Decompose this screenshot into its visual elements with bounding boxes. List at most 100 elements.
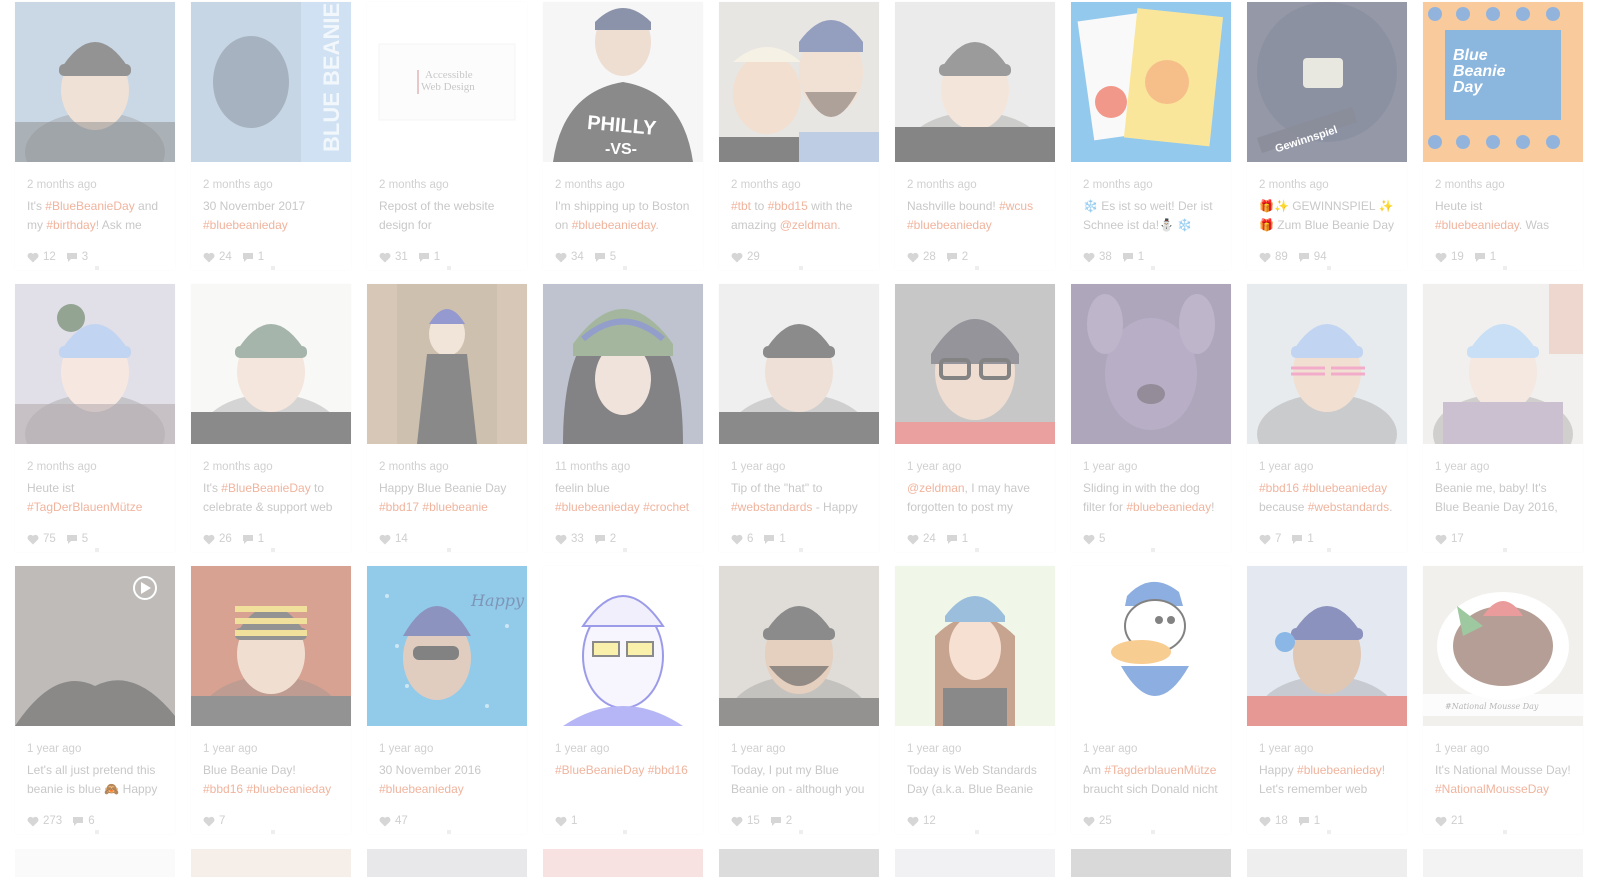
photo-sketch-man[interactable] xyxy=(543,566,703,726)
likes-count[interactable]: 15 xyxy=(731,815,760,827)
hashtag-link[interactable]: #TagderblauenMütze xyxy=(1104,763,1216,777)
likes-count[interactable]: 18 xyxy=(1259,815,1288,827)
comments-count[interactable]: 1 xyxy=(1291,533,1314,545)
photo-blue-beanie-day-poster[interactable]: Blue Beanie Day xyxy=(1423,2,1583,162)
feed-card[interactable]: 1 year ago #BlueBeanieDay #bbd16 1 xyxy=(543,566,703,834)
comments-count[interactable]: 1 xyxy=(242,533,264,545)
photo-woman-beanie[interactable] xyxy=(895,2,1055,162)
likes-count[interactable]: 5 xyxy=(1083,533,1105,545)
feed-card[interactable]: 1 year ago Today is Web Standards Day (a.… xyxy=(895,566,1055,834)
likes-count[interactable]: 12 xyxy=(907,815,936,827)
feed-card[interactable]: Accessible Web Design 2 months ago Repost o… xyxy=(367,2,527,270)
comments-count[interactable]: 94 xyxy=(1298,251,1327,263)
hashtag-link[interactable]: #bluebeanieday xyxy=(1126,500,1211,514)
hashtag-link[interactable]: #BlueBeanieDay xyxy=(45,199,134,213)
feed-card[interactable]: Happy Blue Beanie Day 1 year ago 30 Novemb… xyxy=(367,566,527,834)
feed-card[interactable]: 1 year ago Happy #bluebeanieday! Let's re… xyxy=(1247,566,1407,834)
likes-count[interactable]: 29 xyxy=(731,251,760,263)
comments-count[interactable]: 1 xyxy=(946,533,968,545)
likes-count[interactable]: 26 xyxy=(203,533,232,545)
feed-card[interactable]: 2 months ago ❄️ Es ist so weit! Der ist S… xyxy=(1071,2,1231,270)
likes-count[interactable]: 34 xyxy=(555,251,584,263)
comments-count[interactable]: 1 xyxy=(1474,251,1496,263)
hashtag-link[interactable]: #bbd16 xyxy=(203,782,243,796)
hashtag-link[interactable]: #tbt xyxy=(731,199,751,213)
comments-count[interactable]: 3 xyxy=(66,251,88,263)
feed-card[interactable]: 11 months ago feelin blue #bluebeanieday … xyxy=(543,284,703,552)
feed-card[interactable]: BLUE BEANIE DAY 2017 2 months ago 30 Novem… xyxy=(191,2,351,270)
hashtag-link[interactable]: #bluebeanieday xyxy=(1302,481,1387,495)
photo-scarf-woman[interactable] xyxy=(1423,284,1583,444)
peek-card[interactable] xyxy=(367,849,527,877)
hashtag-link[interactable]: #bluebeanieday xyxy=(1297,763,1382,777)
feed-card[interactable]: 2 months ago It's #BlueBeanieDay and my #… xyxy=(15,2,175,270)
photo-bearded-man[interactable] xyxy=(719,566,879,726)
comments-count[interactable]: 5 xyxy=(594,251,616,263)
likes-count[interactable]: 14 xyxy=(379,533,408,545)
feed-card[interactable]: 2 months ago It's #BlueBeanieDay to celeb… xyxy=(191,284,351,552)
photo-blue-beanie-day-2017[interactable]: BLUE BEANIE DAY 2017 xyxy=(191,2,351,162)
hashtag-link[interactable]: #wcus xyxy=(999,199,1033,213)
likes-count[interactable]: 7 xyxy=(203,815,225,827)
feed-card[interactable]: 1 year ago Blue Beanie Day! #bbd16 #blueb… xyxy=(191,566,351,834)
likes-count[interactable]: 47 xyxy=(379,815,408,827)
likes-count[interactable]: 89 xyxy=(1259,251,1288,263)
hashtag-link[interactable]: #webstandards xyxy=(731,500,812,514)
photo-woman-green-beanie[interactable] xyxy=(191,284,351,444)
feed-card[interactable]: 2 months ago Happy Blue Beanie Day #bbd17… xyxy=(367,284,527,552)
comments-count[interactable]: 2 xyxy=(770,815,792,827)
hashtag-link[interactable]: #BlueBeanieDay xyxy=(221,481,310,495)
likes-count[interactable]: 25 xyxy=(1083,815,1112,827)
hashtag-link[interactable]: #bbd16 xyxy=(1259,481,1299,495)
likes-count[interactable]: 33 xyxy=(555,533,584,545)
peek-card[interactable] xyxy=(719,849,879,877)
peek-card[interactable] xyxy=(191,849,351,877)
photo-mousse[interactable]: #National Mousse Day xyxy=(1423,566,1583,726)
likes-count[interactable]: 7 xyxy=(1259,533,1281,545)
peek-card[interactable] xyxy=(1423,849,1583,877)
hashtag-link[interactable]: #webstandards xyxy=(1308,500,1389,514)
hashtag-link[interactable]: #BlueBeanieDay xyxy=(555,763,644,777)
hashtag-link[interactable]: @zeldman xyxy=(780,218,838,232)
hashtag-link[interactable]: #NationalMousseDay xyxy=(1435,782,1549,796)
photo-figure-dark[interactable] xyxy=(367,284,527,444)
feed-card[interactable]: 1 year ago Today, I put my Blue Beanie on… xyxy=(719,566,879,834)
hashtag-link[interactable]: #bbd17 xyxy=(379,500,419,514)
hashtag-link[interactable]: #bluebeanieday xyxy=(203,218,288,232)
photo-video-dog[interactable] xyxy=(15,566,175,726)
peek-card[interactable] xyxy=(543,849,703,877)
feed-card[interactable]: 1 year ago Let's all just pretend this be… xyxy=(15,566,175,834)
likes-count[interactable]: 6 xyxy=(731,533,753,545)
likes-count[interactable]: 24 xyxy=(203,251,232,263)
feed-card[interactable]: Gewinnspiel 2 months ago 🎁✨ GEWINNSPIEL ✨🎁… xyxy=(1247,2,1407,270)
photo-donald-duck[interactable] xyxy=(1071,566,1231,726)
comments-count[interactable]: 2 xyxy=(594,533,616,545)
comments-count[interactable]: 1 xyxy=(242,251,264,263)
feed-card[interactable]: Blue Beanie Day 2 months ago Heute ist #blue… xyxy=(1423,2,1583,270)
photo-striped-beanie[interactable] xyxy=(191,566,351,726)
hashtag-link[interactable]: #bluebeanieday xyxy=(555,500,640,514)
hashtag-link[interactable]: @zeldman xyxy=(907,481,965,495)
comments-count[interactable]: 5 xyxy=(66,533,88,545)
hashtag-link[interactable]: #bbd16 xyxy=(648,763,688,777)
photo-happy-blue-beanie[interactable]: Happy Blue Beanie Day xyxy=(367,566,527,726)
photo-smiling-woman[interactable] xyxy=(15,284,175,444)
likes-count[interactable]: 28 xyxy=(907,251,936,263)
likes-count[interactable]: 75 xyxy=(27,533,56,545)
comments-count[interactable]: 2 xyxy=(946,251,968,263)
photo-beanie-man[interactable] xyxy=(15,2,175,162)
photo-long-hair-woman[interactable] xyxy=(895,566,1055,726)
feed-card[interactable]: 2 months ago Nashville bound! #wcus #blue… xyxy=(895,2,1055,270)
hashtag-link[interactable]: #bluebeanieday xyxy=(379,782,464,796)
photo-crochet-beanie[interactable] xyxy=(543,284,703,444)
comments-count[interactable]: 1 xyxy=(1298,815,1320,827)
peek-card[interactable] xyxy=(1071,849,1231,877)
hashtag-link[interactable]: #crochet xyxy=(643,500,689,514)
hashtag-link[interactable]: #TagDerBlauenMütze xyxy=(27,500,142,514)
photo-glasses-woman[interactable] xyxy=(895,284,1055,444)
photo-philly-hoodie[interactable]: PHILLY -VS- xyxy=(543,2,703,162)
hashtag-link[interactable]: #bluebeanie xyxy=(422,500,487,514)
feed-card[interactable]: 1 year ago @zeldman, I may have forgotten… xyxy=(895,284,1055,552)
likes-count[interactable]: 19 xyxy=(1435,251,1464,263)
hashtag-link[interactable]: #bbd15 xyxy=(768,199,808,213)
